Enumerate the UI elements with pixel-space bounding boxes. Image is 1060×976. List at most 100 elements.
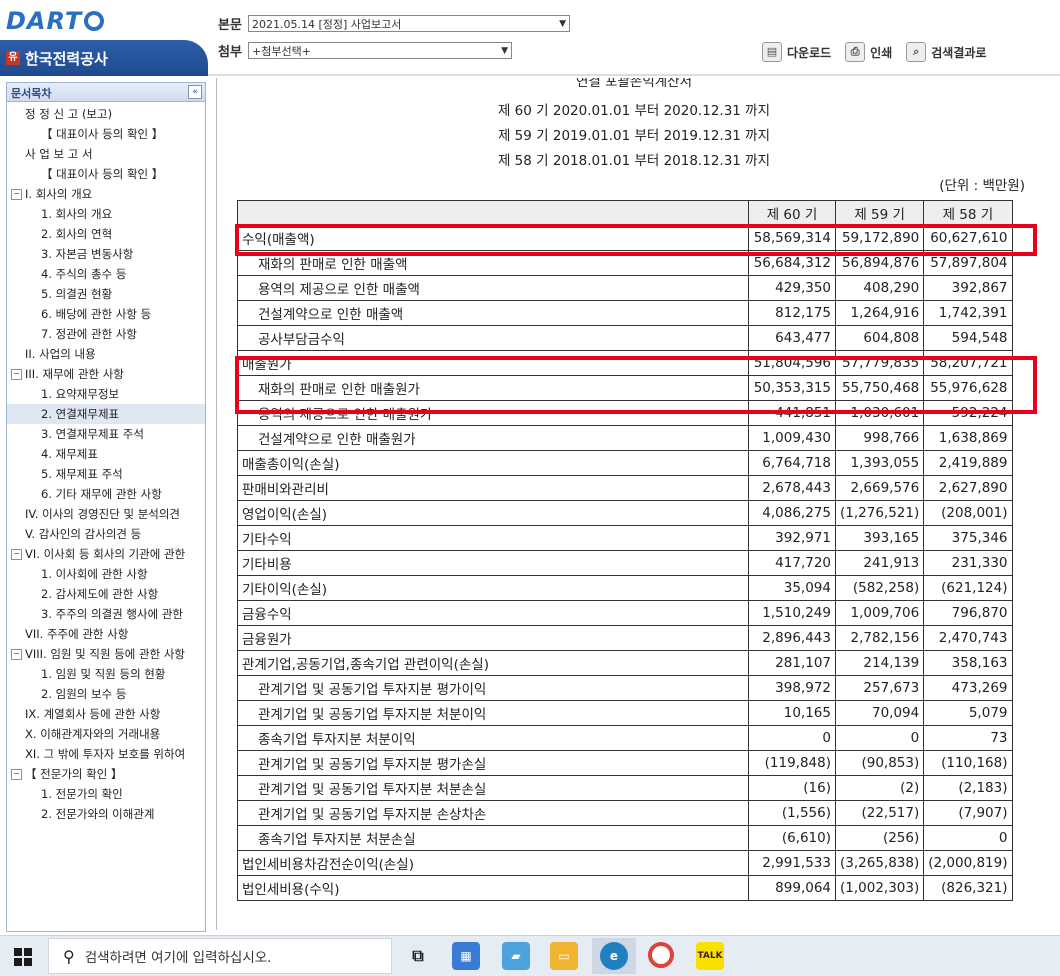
tree-collapse-icon[interactable]: − bbox=[11, 769, 22, 780]
account-cell: 금융수익 bbox=[237, 600, 749, 626]
toc-item[interactable]: 3. 자본금 변동사항 bbox=[7, 244, 205, 264]
value-cell: 58,207,721 bbox=[923, 350, 1013, 376]
toc-item[interactable]: 2. 감사제도에 관한 사항 bbox=[7, 584, 205, 604]
windows-start-icon[interactable] bbox=[14, 948, 32, 966]
account-cell: 판매비와관리비 bbox=[237, 475, 749, 501]
collapse-icon[interactable]: « bbox=[188, 85, 202, 99]
company-name: 한국전력공사 bbox=[25, 50, 108, 68]
search-result-button[interactable]: ⌕ 검색결과로 bbox=[906, 42, 986, 62]
toc-item[interactable]: 1. 이사회에 관한 사항 bbox=[7, 564, 205, 584]
toc-item[interactable]: IX. 계열회사 등에 관한 사항 bbox=[7, 704, 205, 724]
dart-logo[interactable]: DART bbox=[6, 6, 105, 36]
toc-item[interactable]: 2. 연결재무제표 bbox=[7, 404, 205, 424]
period-59: 제 59 기 2019.01.01 부터 2019.12.31 까지 bbox=[497, 128, 771, 144]
account-label: 관계기업 및 공동기업 투자지분 손상차손 bbox=[258, 807, 487, 823]
toc-item[interactable]: 2. 회사의 연혁 bbox=[7, 224, 205, 244]
toc-item[interactable]: − 【 전문가의 확인 】 bbox=[7, 764, 205, 784]
toc-item[interactable]: VII. 주주에 관한 사항 bbox=[7, 624, 205, 644]
tree-collapse-icon[interactable]: − bbox=[11, 649, 22, 660]
notes-app-icon[interactable]: ▰ bbox=[502, 942, 530, 970]
value-cell: 398,972 bbox=[748, 675, 836, 701]
toc-item[interactable]: 4. 재무제표 bbox=[7, 444, 205, 464]
value-cell: 51,804,596 bbox=[748, 350, 836, 376]
toc-item[interactable]: 4. 주식의 총수 등 bbox=[7, 264, 205, 284]
toc-item[interactable]: 1. 회사의 개요 bbox=[7, 204, 205, 224]
file-explorer-icon[interactable]: ▭ bbox=[550, 942, 578, 970]
value-cell: 2,678,443 bbox=[748, 475, 836, 501]
tree-collapse-icon[interactable]: − bbox=[11, 549, 22, 560]
table-row: 금융수익 1,510,249 1,009,706 796,870 bbox=[237, 600, 1013, 626]
search-icon: ⚲ bbox=[63, 946, 75, 966]
account-label: 공사부담금수익 bbox=[258, 332, 345, 348]
toc-item[interactable]: 5. 의결권 현황 bbox=[7, 284, 205, 304]
toc-item[interactable]: − VI. 이사회 등 회사의 기관에 관한 bbox=[7, 544, 205, 564]
download-button[interactable]: ▤ 다운로드 bbox=[762, 42, 831, 62]
toc-item[interactable]: − III. 재무에 관한 사항 bbox=[7, 364, 205, 384]
chrome-icon[interactable] bbox=[648, 942, 674, 968]
toc-item-label: VIII. 임원 및 직원 등에 관한 사항 bbox=[25, 647, 186, 661]
tree-collapse-icon[interactable]: − bbox=[11, 189, 22, 200]
toc-item[interactable]: 【 대표이사 등의 확인 】 bbox=[7, 164, 205, 184]
account-cell: 재화의 판매로 인한 매출액 bbox=[237, 250, 749, 276]
chevron-down-icon: ▼ bbox=[501, 45, 508, 56]
toc-item[interactable]: 정 정 신 고 (보고) bbox=[7, 104, 205, 124]
value-cell: 58,569,314 bbox=[748, 225, 836, 251]
toc-item-label: 6. 배당에 관한 사항 등 bbox=[41, 307, 152, 321]
toc-title: 문서목차 bbox=[11, 87, 52, 100]
browser-edge-icon[interactable]: e bbox=[600, 942, 628, 970]
taskbar-search-input[interactable]: ⚲ 검색하려면 여기에 입력하십시오. bbox=[48, 938, 392, 974]
toc-item[interactable]: 1. 전문가의 확인 bbox=[7, 784, 205, 804]
toc-item-label: 3. 연결재무제표 주석 bbox=[41, 427, 144, 441]
table-row: 건설계약으로 인한 매출원가 1,009,430 998,766 1,638,869 bbox=[237, 425, 1013, 451]
value-cell: 5,079 bbox=[923, 700, 1013, 726]
value-cell: (2,000,819) bbox=[923, 850, 1013, 876]
value-cell: 73 bbox=[923, 725, 1013, 751]
toc-item[interactable]: 1. 임원 및 직원 등의 현황 bbox=[7, 664, 205, 684]
account-label: 금융원가 bbox=[242, 632, 292, 648]
toc-item[interactable]: 사 업 보 고 서 bbox=[7, 144, 205, 164]
toc-item[interactable]: − VIII. 임원 및 직원 등에 관한 사항 bbox=[7, 644, 205, 664]
value-cell: 2,669,576 bbox=[834, 475, 925, 501]
toc-item[interactable]: II. 사업의 내용 bbox=[7, 344, 205, 364]
toc-item[interactable]: 3. 주주의 의결권 행사에 관한 bbox=[7, 604, 205, 624]
toc-item[interactable]: 1. 요약재무정보 bbox=[7, 384, 205, 404]
attach-label: 첨부 bbox=[218, 45, 242, 60]
toc-item-label: VII. 주주에 관한 사항 bbox=[25, 627, 129, 641]
value-cell: 0 bbox=[748, 725, 836, 751]
magnifier-icon: ⌕ bbox=[906, 42, 927, 62]
toc-item[interactable]: 5. 재무제표 주석 bbox=[7, 464, 205, 484]
value-cell: 59,172,890 bbox=[834, 225, 925, 251]
value-cell: 6,764,718 bbox=[748, 450, 836, 476]
task-view-icon[interactable]: ⧉ bbox=[404, 942, 432, 970]
toc-item[interactable]: 2. 전문가와의 이해관계 bbox=[7, 804, 205, 824]
account-cell: 관계기업 및 공동기업 투자지분 평가이익 bbox=[237, 675, 749, 701]
toc-item[interactable]: 6. 기타 재무에 관한 사항 bbox=[7, 484, 205, 504]
toc-item[interactable]: 3. 연결재무제표 주석 bbox=[7, 424, 205, 444]
main-doc-select[interactable]: 2021.05.14 [정정] 사업보고서 ▼ bbox=[248, 15, 570, 32]
tree-collapse-icon[interactable]: − bbox=[11, 369, 22, 380]
chevron-down-icon: ▼ bbox=[559, 18, 566, 29]
document-content: 연결 포괄손익계산서 제 60 기 2020.01.01 부터 2020.12.… bbox=[216, 78, 1051, 930]
toc-item[interactable]: IV. 이사의 경영진단 및 분석의견 bbox=[7, 504, 205, 524]
value-cell: 2,991,533 bbox=[748, 850, 836, 876]
print-button[interactable]: ⎙ 인쇄 bbox=[845, 42, 892, 62]
toc-item[interactable]: 7. 정관에 관한 사항 bbox=[7, 324, 205, 344]
value-cell: 1,742,391 bbox=[923, 300, 1013, 326]
kakaotalk-icon[interactable]: TALK bbox=[696, 942, 724, 970]
table-row: 관계기업 및 공동기업 투자지분 처분손실 (16) (2) (2,183) bbox=[237, 775, 1013, 801]
calculator-icon[interactable]: ▦ bbox=[452, 942, 480, 970]
table-row: 관계기업 및 공동기업 투자지분 평가이익 398,972 257,673 473,2… bbox=[237, 675, 1013, 701]
table-row: 기타수익 392,971 393,165 375,346 bbox=[237, 525, 1013, 551]
toc-item[interactable]: − I. 회사의 개요 bbox=[7, 184, 205, 204]
account-cell: 건설계약으로 인한 매출원가 bbox=[237, 425, 749, 451]
toc-item[interactable]: X. 이해관계자와의 거래내용 bbox=[7, 724, 205, 744]
toc-item[interactable]: V. 감사인의 감사의견 등 bbox=[7, 524, 205, 544]
toc-item[interactable]: XI. 그 밖에 투자자 보호를 위하여 bbox=[7, 744, 205, 764]
toc-item[interactable]: 6. 배당에 관한 사항 등 bbox=[7, 304, 205, 324]
toc-item[interactable]: 2. 임원의 보수 등 bbox=[7, 684, 205, 704]
attach-select[interactable]: +첨부선택+ ▼ bbox=[248, 42, 512, 59]
header-divider bbox=[208, 74, 1060, 76]
value-cell: (90,853) bbox=[834, 750, 925, 776]
toc-item[interactable]: 【 대표이사 등의 확인 】 bbox=[7, 124, 205, 144]
account-label: 건설계약으로 인한 매출원가 bbox=[258, 432, 416, 448]
